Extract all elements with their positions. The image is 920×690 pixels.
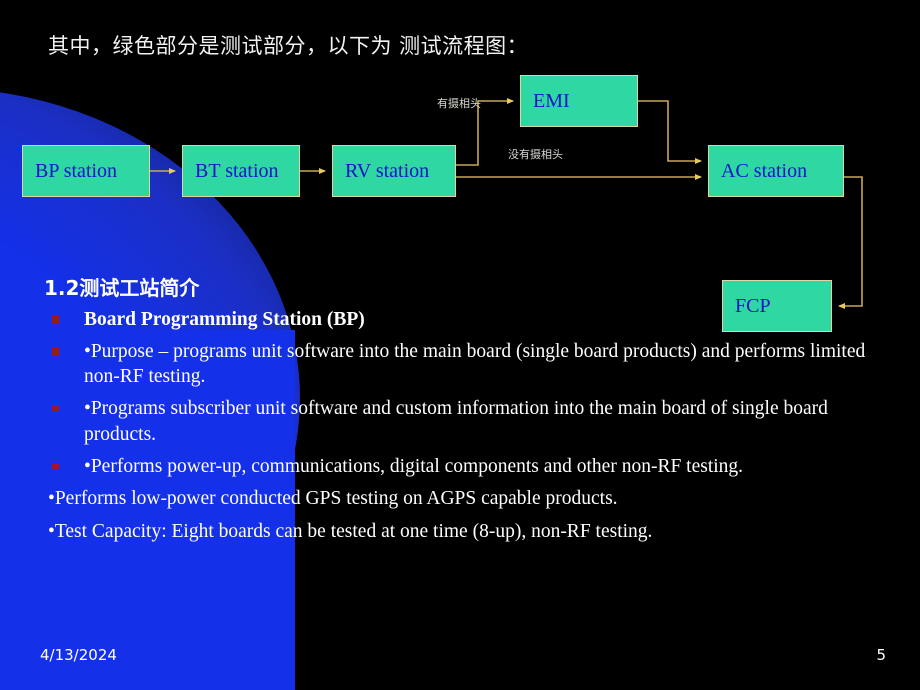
- flow-node-bt-station[interactable]: BT station: [182, 145, 300, 197]
- flow-node-bt-station-label: BT station: [195, 159, 279, 182]
- square-bullet-icon: [52, 405, 59, 413]
- bullet-item-text: •Programs subscriber unit software and c…: [84, 398, 828, 445]
- slide-title: 其中，绿色部分是测试部分，以下为 测试流程图：: [48, 34, 529, 58]
- bullet-item-text: •Purpose – programs unit software into t…: [84, 340, 866, 388]
- flow-node-emi-label: EMI: [533, 89, 570, 112]
- bullet-item: •Programs subscriber unit software and c…: [44, 396, 874, 447]
- square-bullet-icon: [52, 462, 59, 470]
- flow-node-ac-station[interactable]: AC station: [708, 145, 844, 197]
- flow-node-emi[interactable]: EMI: [520, 75, 638, 127]
- edge-label-has-camera: 有摄相头: [437, 97, 481, 110]
- bullet-item-text: Board Programming Station (BP): [84, 309, 365, 330]
- footer-page-number: 5: [876, 646, 886, 664]
- flow-node-rv-station[interactable]: RV station: [332, 145, 456, 197]
- bullet-item: •Performs power-up, communications, digi…: [44, 454, 874, 480]
- square-bullet-icon: [52, 347, 59, 355]
- flow-node-rv-station-label: RV station: [345, 159, 430, 182]
- plain-line: •Test Capacity: Eight boards can be test…: [48, 521, 653, 543]
- edge-label-no-camera: 没有摄相头: [508, 148, 563, 161]
- flow-node-bp-station-label: BP station: [35, 159, 118, 182]
- square-bullet-icon: [52, 316, 59, 323]
- flow-node-fcp[interactable]: FCP: [722, 280, 832, 332]
- bullet-item: •Purpose – programs unit software into t…: [44, 339, 874, 390]
- bullet-item-text: •Performs power-up, communications, digi…: [84, 455, 744, 477]
- flow-node-fcp-label: FCP: [735, 294, 771, 317]
- slide-canvas: 其中，绿色部分是测试部分，以下为 测试流程图： BP station BT st…: [0, 0, 920, 690]
- footer-date: 4/13/2024: [40, 646, 117, 664]
- flow-node-ac-station-label: AC station: [721, 159, 808, 182]
- plain-line: •Performs low-power conducted GPS testin…: [48, 488, 618, 510]
- flow-node-bp-station[interactable]: BP station: [22, 145, 150, 197]
